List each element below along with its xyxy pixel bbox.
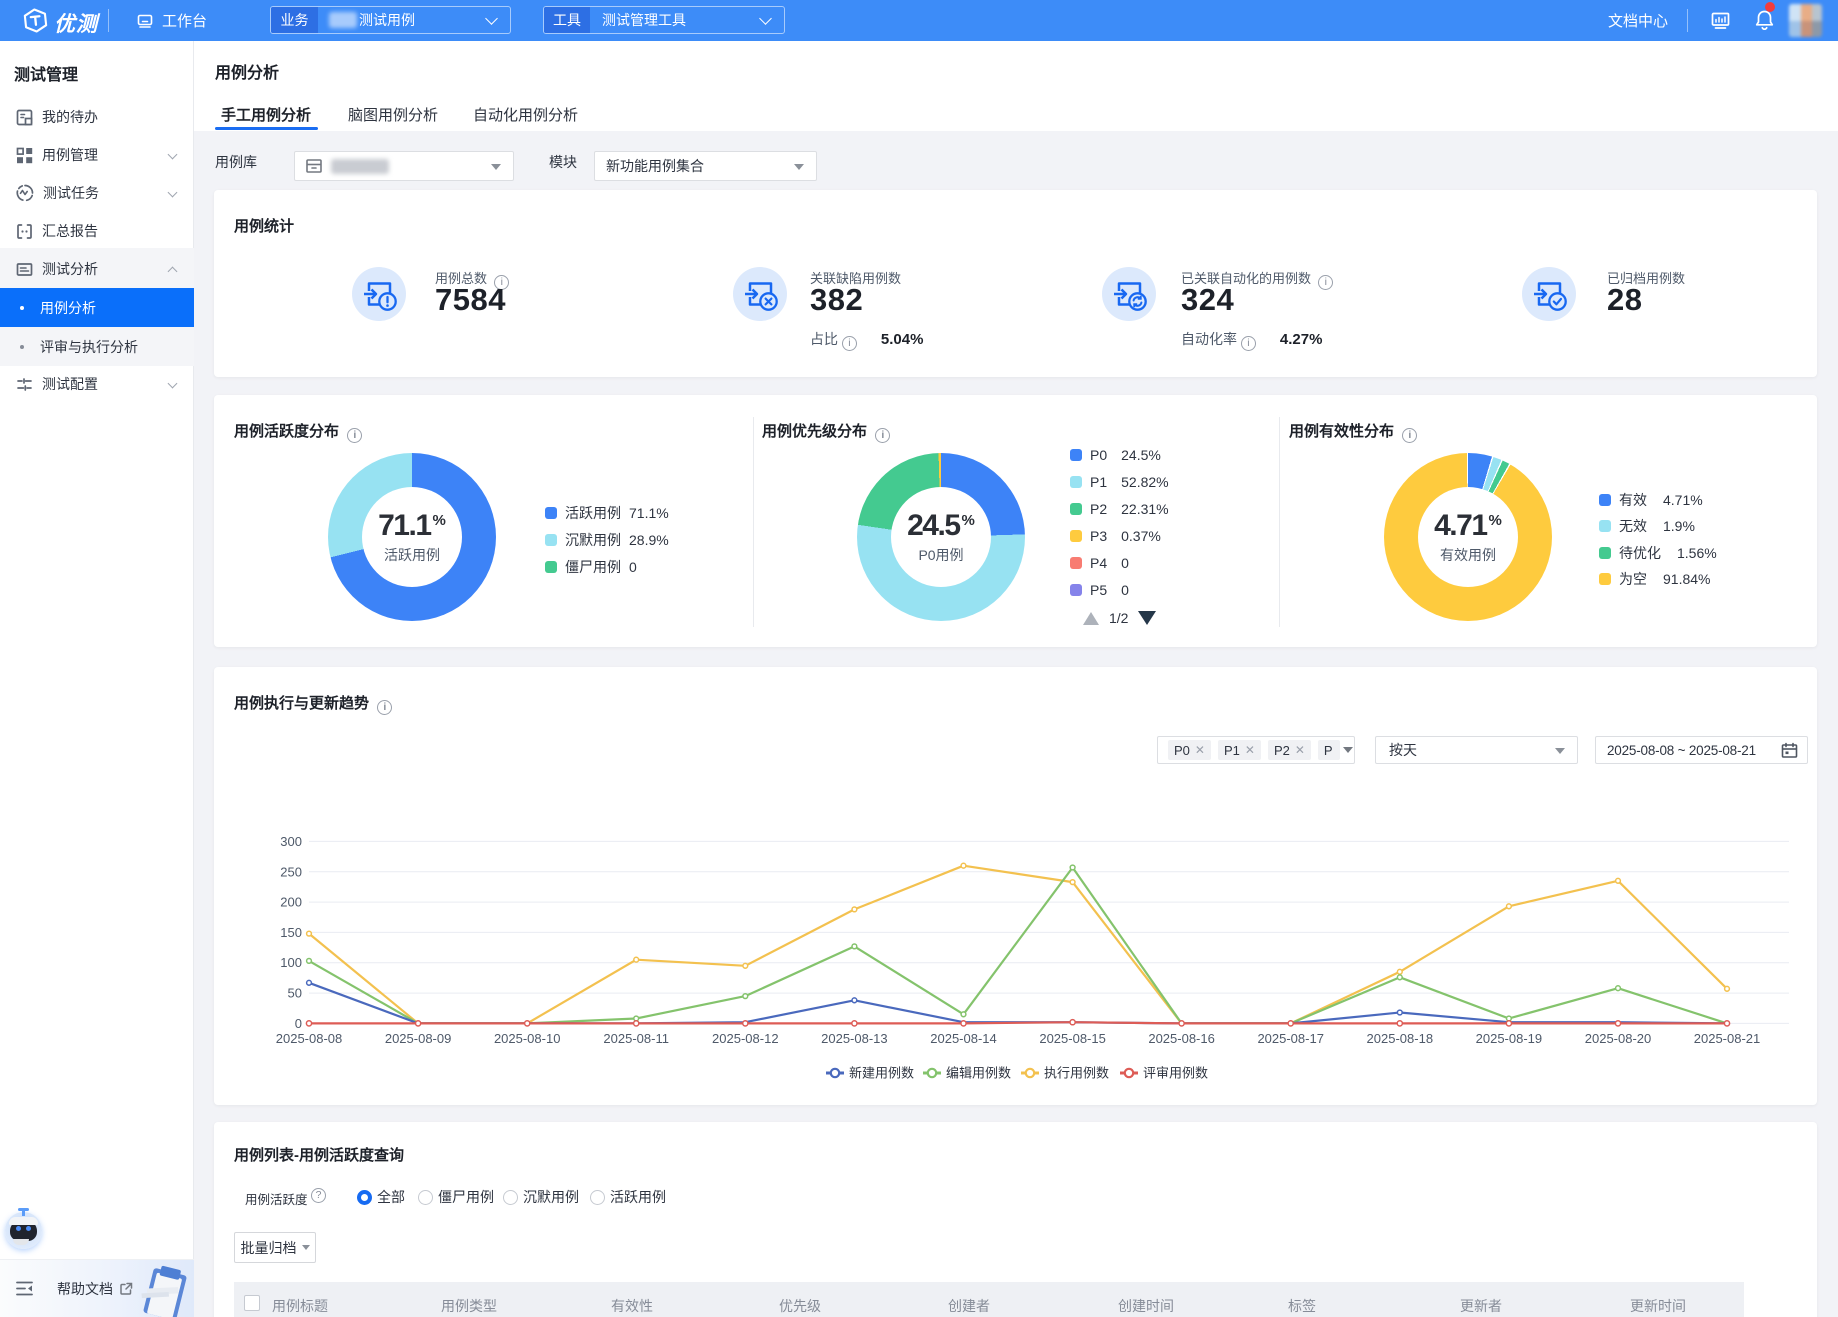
svg-text:编辑用例数: 编辑用例数 [946,1066,1011,1081]
svg-text:100: 100 [280,955,302,970]
svg-text:2025-08-14: 2025-08-14 [930,1031,997,1046]
svg-text:2025-08-18: 2025-08-18 [1367,1031,1434,1046]
svg-text:300: 300 [280,834,302,849]
svg-text:新建用例数: 新建用例数 [849,1066,914,1081]
svg-text:2025-08-13: 2025-08-13 [821,1031,888,1046]
svg-text:150: 150 [280,925,302,940]
svg-text:50: 50 [288,986,302,1001]
svg-text:2025-08-16: 2025-08-16 [1148,1031,1215,1046]
svg-text:0: 0 [295,1016,302,1031]
svg-text:200: 200 [280,895,302,910]
svg-text:2025-08-15: 2025-08-15 [1039,1031,1106,1046]
svg-text:2025-08-17: 2025-08-17 [1257,1031,1324,1046]
svg-text:250: 250 [280,864,302,879]
svg-text:2025-08-21: 2025-08-21 [1694,1031,1761,1046]
svg-text:2025-08-10: 2025-08-10 [494,1031,561,1046]
svg-text:2025-08-08: 2025-08-08 [276,1031,343,1046]
svg-text:评审用例数: 评审用例数 [1143,1066,1208,1081]
svg-text:2025-08-12: 2025-08-12 [712,1031,779,1046]
svg-text:2025-08-20: 2025-08-20 [1585,1031,1652,1046]
svg-text:2025-08-11: 2025-08-11 [603,1031,669,1046]
svg-text:2025-08-19: 2025-08-19 [1476,1031,1543,1046]
svg-text:2025-08-09: 2025-08-09 [385,1031,452,1046]
svg-text:执行用例数: 执行用例数 [1044,1066,1109,1081]
